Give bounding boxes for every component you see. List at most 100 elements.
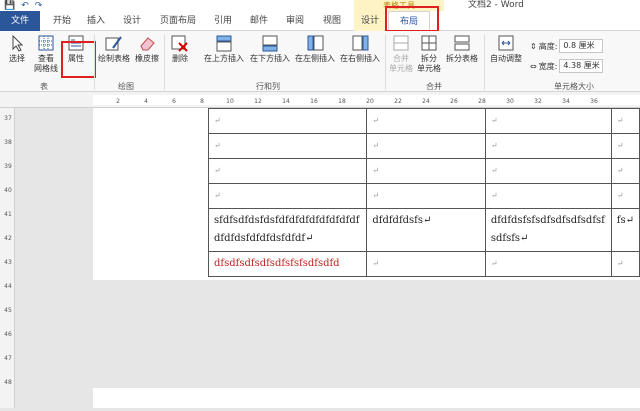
- table-row: ↵ ↵ ↵ ↵: [207, 158, 640, 184]
- ruler-tick-label: 28: [478, 98, 486, 105]
- table-cell[interactable]: ↵: [366, 108, 486, 134]
- vertical-ruler-tick-label: 38: [4, 139, 12, 146]
- table-cell[interactable]: ↵: [484, 133, 612, 159]
- insert-right-label: 在右侧插入: [340, 54, 380, 63]
- insert-column-right-icon: [351, 34, 369, 52]
- window-title: 文档2 - Word: [468, 0, 524, 10]
- split-table-button[interactable]: 拆分表格: [444, 34, 480, 64]
- ruler-tick-label: 14: [282, 98, 290, 105]
- table-cell[interactable]: ↵: [610, 183, 640, 209]
- vertical-ruler[interactable]: 37 38 39 40 41 42 43 44 45 46 47 48: [0, 108, 15, 408]
- select-label: 选择: [9, 54, 25, 63]
- redo-icon[interactable]: ↷: [35, 1, 43, 11]
- column-width-icon: ⇔: [530, 61, 537, 71]
- merge-cells-button[interactable]: 合并 单元格: [388, 34, 414, 74]
- insert-below-button[interactable]: 在下方插入: [248, 34, 292, 64]
- split-cells-button[interactable]: 拆分 单元格: [416, 34, 442, 74]
- insert-right-button[interactable]: 在右侧插入: [338, 34, 382, 64]
- table-cell[interactable]: ↵: [484, 158, 612, 184]
- ruler-tick-label: 34: [562, 98, 570, 105]
- table-row: ↵ ↵ ↵ ↵: [207, 133, 640, 159]
- row-height-input[interactable]: 0.8 厘米: [559, 39, 604, 53]
- tab-review[interactable]: 审阅: [278, 11, 312, 31]
- separator: [164, 34, 165, 90]
- table-cell[interactable]: ↵: [207, 183, 368, 209]
- table-cell[interactable]: sfdfsdfdsfdsfdfdfdfdfdfdfdfdfdfdfdsfdfdf…: [207, 208, 368, 252]
- delete-button[interactable]: 删除: [168, 34, 192, 64]
- ruler-tick-label: 16: [310, 98, 318, 105]
- horizontal-ruler[interactable]: 2 4 6 8 10 12 14 16 18 20 22 24 26 28 30 32 34 36: [0, 92, 640, 108]
- insert-above-button[interactable]: 在上方插入: [202, 34, 246, 64]
- select-button[interactable]: 选择: [4, 34, 30, 64]
- ruler-tick-label: 8: [200, 98, 204, 105]
- tab-references[interactable]: 引用: [206, 11, 240, 31]
- vertical-ruler-tick-label: 42: [4, 235, 12, 242]
- table-cell[interactable]: ↵: [484, 108, 612, 134]
- gridlines-label: 查看 网格线: [34, 54, 58, 73]
- group-draw-label: 绘图: [118, 82, 134, 91]
- autofit-label: 自动调整: [490, 54, 522, 63]
- table-cell[interactable]: dfdfdsfsfsdfsdfsdfsdfsfsdfsfs↵: [484, 208, 612, 252]
- tab-design[interactable]: 设计: [114, 11, 150, 31]
- split-cells-icon: [420, 34, 438, 52]
- insert-row-above-icon: [215, 34, 233, 52]
- ruler-tick-label: 18: [338, 98, 346, 105]
- eraser-button[interactable]: 橡皮擦: [134, 34, 160, 64]
- next-page[interactable]: [93, 388, 640, 408]
- save-icon[interactable]: 💾: [4, 1, 15, 11]
- table-cell[interactable]: ↵: [366, 183, 486, 209]
- autofit-icon: [497, 34, 515, 52]
- tab-home[interactable]: 开始: [46, 11, 78, 31]
- table-cell[interactable]: ↵: [610, 108, 640, 134]
- delete-label: 删除: [172, 54, 188, 63]
- ruler-tick-label: 20: [366, 98, 374, 105]
- table-cell[interactable]: dfdfdfdsfs↵: [366, 208, 486, 252]
- table-cell[interactable]: fs↵: [610, 208, 640, 252]
- group-cell-size-label: 单元格大小: [554, 82, 594, 91]
- tab-file[interactable]: 文件: [0, 11, 40, 31]
- column-width-control: ⇔ 宽度: 4.38 厘米: [530, 59, 604, 73]
- table-cell[interactable]: ↵: [207, 108, 368, 134]
- insert-left-label: 在左侧插入: [295, 54, 335, 63]
- group-merge-label: 合并: [426, 82, 442, 91]
- insert-left-button[interactable]: 在左侧插入: [293, 34, 337, 64]
- tab-mailings[interactable]: 邮件: [242, 11, 276, 31]
- vertical-ruler-tick-label: 44: [4, 283, 12, 290]
- table-cell[interactable]: ↵: [610, 133, 640, 159]
- table-cell[interactable]: ↵: [366, 158, 486, 184]
- vertical-ruler-tick-label: 40: [4, 187, 12, 194]
- autofit-button[interactable]: 自动调整: [487, 34, 525, 64]
- table-cell[interactable]: ↵: [610, 251, 640, 277]
- undo-icon[interactable]: ↶: [21, 1, 29, 11]
- ruler-tick-label: 4: [144, 98, 148, 105]
- ruler-tick-label: 6: [172, 98, 176, 105]
- table-cell[interactable]: ↵: [366, 251, 486, 277]
- column-width-input[interactable]: 4.38 厘米: [559, 59, 604, 73]
- insert-above-label: 在上方插入: [204, 54, 244, 63]
- draw-table-button[interactable]: 绘制表格: [96, 34, 132, 64]
- table-cell[interactable]: ↵: [366, 133, 486, 159]
- table-cell[interactable]: ↵: [610, 158, 640, 184]
- table-row: ↵ ↵ ↵ ↵: [207, 183, 640, 209]
- eraser-icon: [138, 34, 156, 52]
- table-cell[interactable]: ↵: [207, 133, 368, 159]
- view-gridlines-button[interactable]: 查看 网格线: [32, 34, 60, 74]
- tab-page-layout[interactable]: 页面布局: [152, 11, 204, 31]
- tab-view[interactable]: 视图: [314, 11, 350, 31]
- table-cell[interactable]: ↵: [484, 251, 612, 277]
- tab-insert[interactable]: 插入: [80, 11, 112, 31]
- tab-table-design[interactable]: 设计: [354, 11, 386, 31]
- ruler-tick-label: 22: [394, 98, 402, 105]
- insert-below-label: 在下方插入: [250, 54, 290, 63]
- table-cell[interactable]: dfsdfsdfsdfsdfsfsfsdfsdfd: [207, 251, 368, 277]
- table-cell[interactable]: ↵: [207, 158, 368, 184]
- draw-table-label: 绘制表格: [98, 54, 130, 63]
- split-table-label: 拆分表格: [446, 54, 478, 63]
- group-table-label: 表: [40, 82, 48, 91]
- table-cell[interactable]: ↵: [484, 183, 612, 209]
- cursor-icon: [8, 34, 26, 52]
- layout-tab-highlight: [385, 6, 439, 32]
- insert-column-left-icon: [306, 34, 324, 52]
- document-table[interactable]: ↵ ↵ ↵ ↵ ↵ ↵ ↵ ↵ ↵ ↵ ↵ ↵ ↵ ↵ ↵ ↵ sfdfsdfd…: [207, 108, 640, 277]
- document-page[interactable]: ↵ ↵ ↵ ↵ ↵ ↵ ↵ ↵ ↵ ↵ ↵ ↵ ↵ ↵ ↵ ↵ sfdfsdfd…: [93, 108, 640, 280]
